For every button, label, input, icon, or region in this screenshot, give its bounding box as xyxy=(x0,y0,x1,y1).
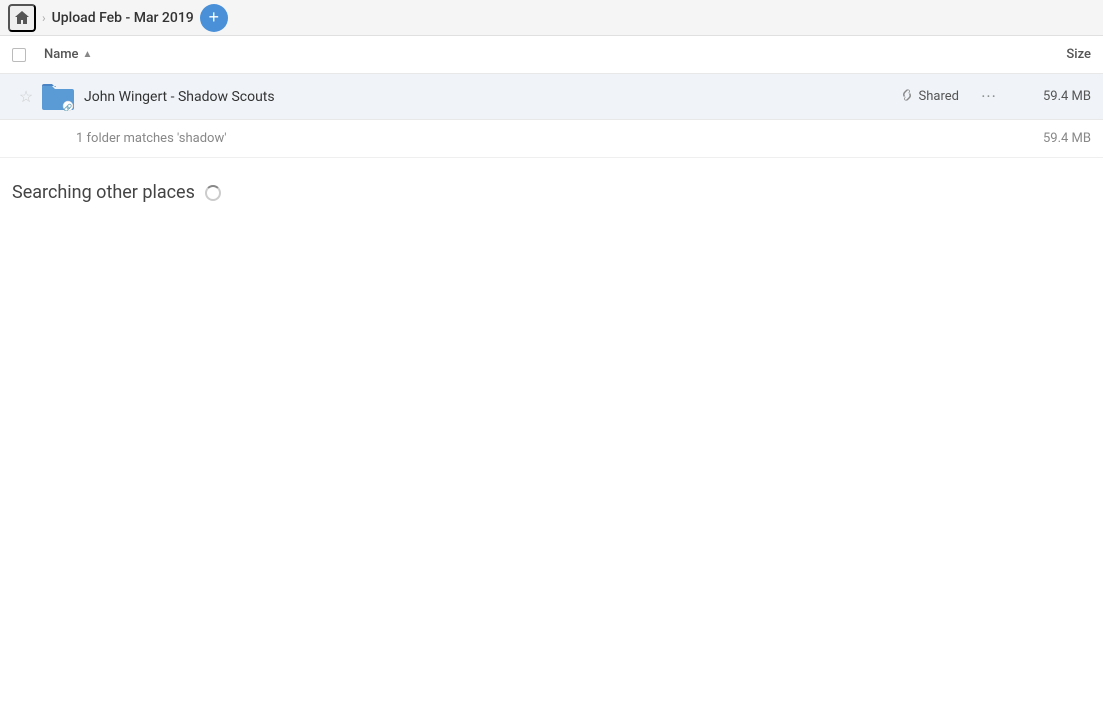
more-options-button[interactable]: ··· xyxy=(975,83,1003,111)
size-column-header[interactable]: Size xyxy=(1011,47,1091,62)
folder-icon: 🔗 xyxy=(42,83,74,111)
shared-label: Shared xyxy=(919,89,959,104)
folder-icon-wrap: 🔗 xyxy=(40,79,76,115)
svg-text:🔗: 🔗 xyxy=(64,103,73,111)
sort-arrow-icon: ▲ xyxy=(83,49,93,60)
link-icon xyxy=(900,88,914,106)
select-all-checkbox[interactable] xyxy=(12,48,44,62)
star-button[interactable]: ☆ xyxy=(12,87,40,106)
breadcrumb-title: Upload Feb - Mar 2019 xyxy=(52,10,194,26)
checkbox-unchecked xyxy=(12,48,26,62)
match-row: 1 folder matches 'shadow' 59.4 MB xyxy=(0,120,1103,158)
top-bar: › Upload Feb - Mar 2019 + xyxy=(0,0,1103,36)
searching-section: Searching other places xyxy=(0,158,1103,203)
match-text: 1 folder matches 'shadow' xyxy=(76,131,1011,146)
more-icon: ··· xyxy=(981,87,997,106)
home-button[interactable] xyxy=(8,4,36,32)
breadcrumb-separator: › xyxy=(42,11,46,25)
star-icon: ☆ xyxy=(19,87,33,106)
chain-link-icon xyxy=(900,88,914,102)
match-size: 59.4 MB xyxy=(1011,131,1091,146)
name-column-header[interactable]: Name ▲ xyxy=(44,47,1011,62)
size-column-label: Size xyxy=(1066,47,1091,62)
file-size: 59.4 MB xyxy=(1011,89,1091,104)
name-column-label: Name xyxy=(44,47,79,62)
shared-badge: Shared xyxy=(900,88,959,106)
add-button[interactable]: + xyxy=(200,4,228,32)
home-icon xyxy=(14,10,30,26)
file-row[interactable]: ☆ 🔗 John Wingert - Shadow Scouts Shared … xyxy=(0,74,1103,120)
file-name: John Wingert - Shadow Scouts xyxy=(84,89,900,105)
column-header: Name ▲ Size xyxy=(0,36,1103,74)
loading-spinner xyxy=(205,185,221,201)
searching-text: Searching other places xyxy=(12,182,195,203)
